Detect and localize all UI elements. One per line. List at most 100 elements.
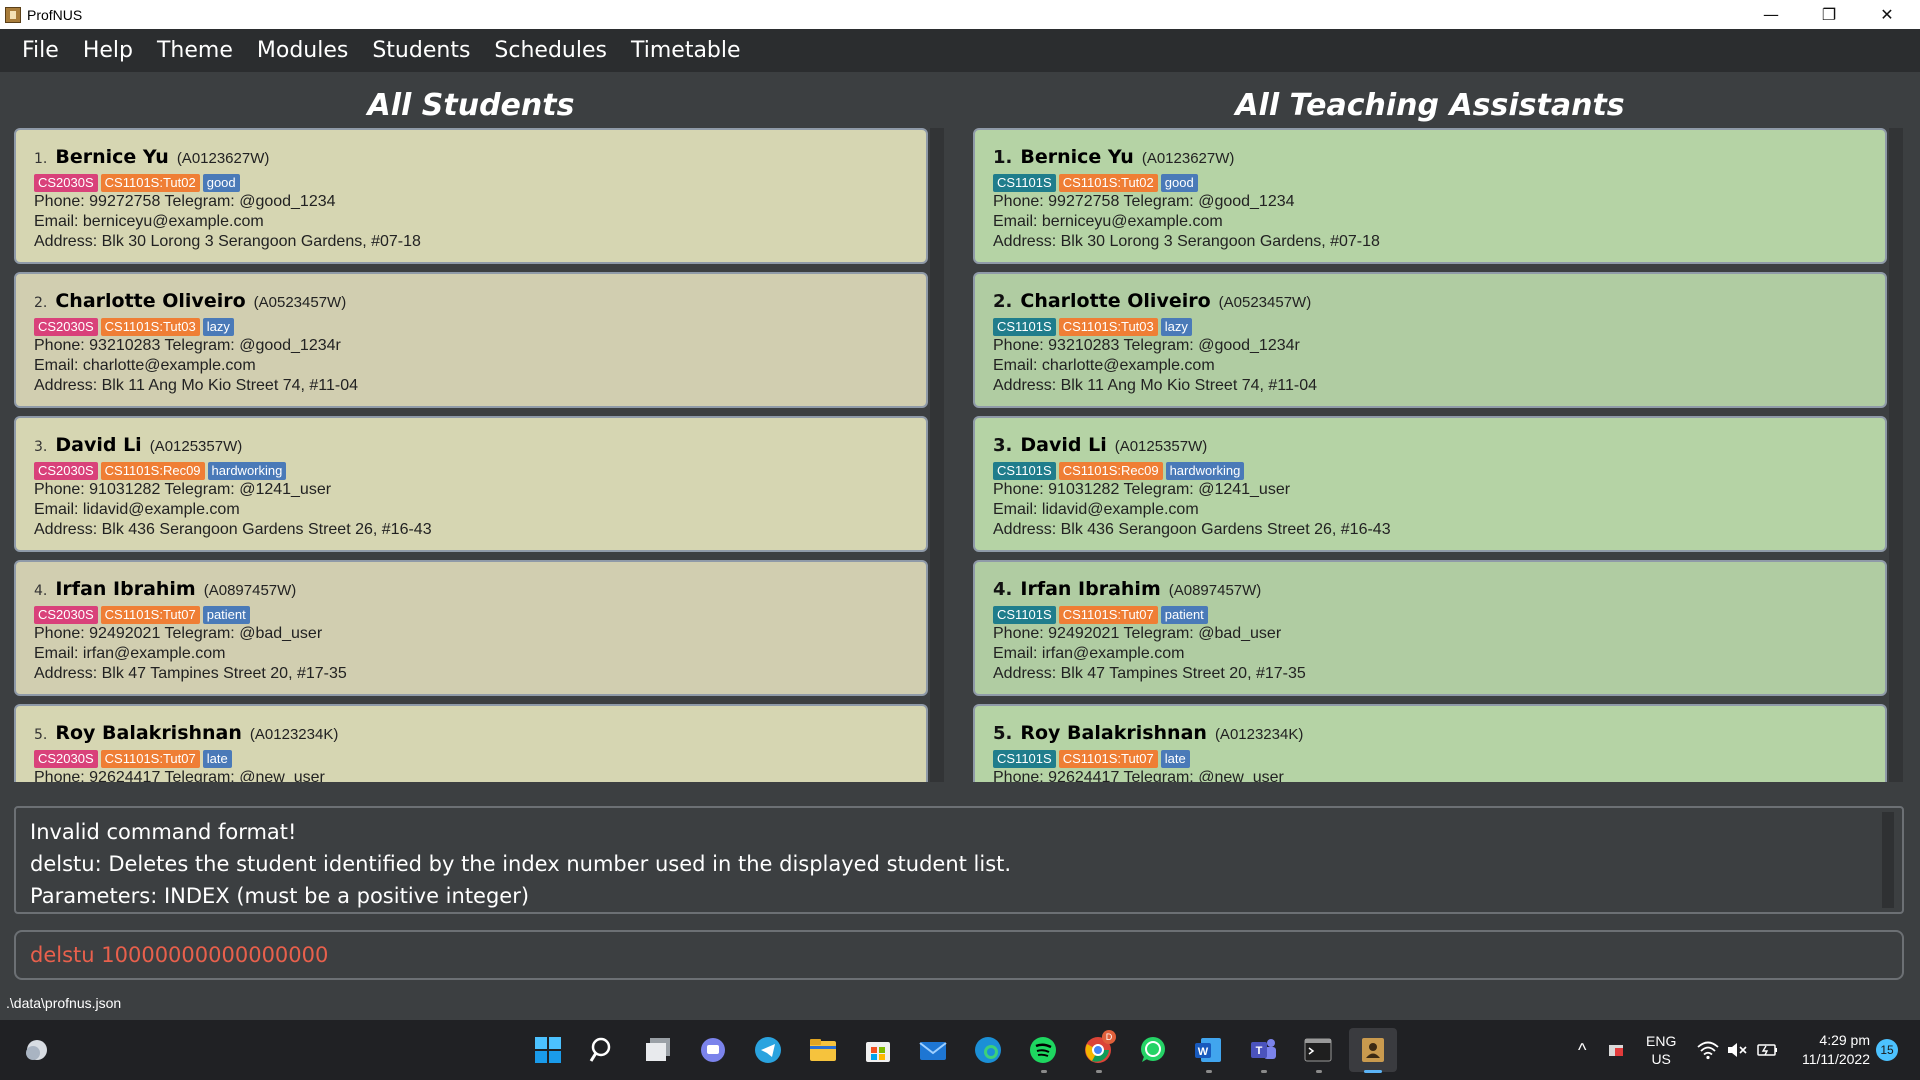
result-scrollbar[interactable]	[1882, 812, 1894, 908]
svg-text:T: T	[1256, 1045, 1263, 1057]
word-icon[interactable]: W	[1192, 1034, 1224, 1066]
microsoft-store-icon[interactable]	[862, 1034, 894, 1066]
menu-timetable[interactable]: Timetable	[619, 38, 753, 63]
search-icon[interactable]	[587, 1034, 619, 1066]
spotify-icon[interactable]	[1027, 1034, 1059, 1066]
wifi-icon[interactable]	[1697, 1020, 1719, 1080]
person-card[interactable]: 3. David Li (A0125357W) CS1101S CS1101S:Rec0…	[973, 416, 1887, 552]
taskbar-running-indicator	[1096, 1070, 1102, 1073]
phone-telegram-line: Phone: 91031282 Telegram: @1241_user	[34, 481, 332, 498]
telegram-icon[interactable]	[752, 1034, 784, 1066]
group-tag: CS1101S:Tut03	[100, 318, 200, 336]
windows-start-icon[interactable]	[532, 1034, 564, 1066]
menu-students[interactable]: Students	[360, 38, 482, 63]
title-bar: ProfNUS — ❐ ✕	[0, 0, 1920, 29]
chrome-icon[interactable]: D	[1082, 1030, 1116, 1066]
menu-file[interactable]: File	[10, 38, 71, 63]
card-index: 3.	[993, 435, 1013, 456]
svg-text:W: W	[1198, 1046, 1209, 1058]
remark-tag: lazy	[202, 318, 234, 336]
card-header: 4. Irfan Ibrahim (A0897457W)	[993, 578, 1885, 602]
close-button[interactable]: ✕	[1858, 0, 1916, 29]
email-line: Email: irfan@example.com	[34, 645, 226, 662]
file-explorer-icon[interactable]	[807, 1034, 839, 1066]
edge-icon[interactable]	[972, 1034, 1004, 1066]
address-line: Address: Blk 436 Serangoon Gardens Stree…	[993, 521, 1391, 538]
address-line: Address: Blk 47 Tampines Street 20, #17-…	[34, 665, 347, 682]
person-card[interactable]: 2. Charlotte Oliveiro (A0523457W) CS2030S CS…	[14, 272, 928, 408]
command-input[interactable]	[30, 943, 1888, 967]
profnus-app-icon[interactable]	[1349, 1028, 1397, 1072]
card-index: 1.	[993, 147, 1013, 168]
phone-telegram-line: Phone: 93210283 Telegram: @good_1234r	[993, 337, 1300, 354]
module-tag: CS1101S	[993, 174, 1056, 192]
card-header: 3. David Li (A0125357W)	[34, 434, 926, 458]
menu-schedules[interactable]: Schedules	[482, 38, 619, 63]
remark-tag: patient	[1160, 606, 1208, 624]
email-line: Email: berniceyu@example.com	[34, 213, 264, 230]
remark-tag: good	[1160, 174, 1198, 192]
phone-telegram-line: Phone: 92492021 Telegram: @bad_user	[993, 625, 1282, 642]
notification-badge[interactable]: 15	[1876, 1020, 1898, 1080]
clock[interactable]: 4:29 pm 11/11/2022	[1794, 1020, 1870, 1080]
result-line: delstu: Deletes the student identified b…	[30, 852, 1012, 876]
person-name: Irfan Ibrahim	[55, 578, 196, 600]
result-display: Invalid command format! delstu: Deletes …	[14, 806, 1904, 914]
remark-tag: hardworking	[1165, 462, 1245, 480]
teams-chat-icon[interactable]	[697, 1034, 729, 1066]
person-card[interactable]: 1. Bernice Yu (A0123627W) CS2030S CS1101S:Tu…	[14, 128, 928, 264]
address-line: Address: Blk 30 Lorong 3 Serangoon Garde…	[993, 233, 1380, 250]
person-name: Irfan Ibrahim	[1020, 578, 1161, 600]
student-id: (A0123627W)	[1141, 150, 1235, 167]
maximize-button[interactable]: ❐	[1800, 0, 1858, 29]
module-tag: CS2030S	[34, 750, 98, 768]
module-tag: CS2030S	[34, 462, 98, 480]
mail-icon[interactable]	[917, 1034, 949, 1066]
phone-telegram-line: Phone: 99272758 Telegram: @good_1234	[34, 193, 336, 210]
students-scrollbar[interactable]	[930, 128, 944, 782]
module-tag: CS2030S	[34, 606, 98, 624]
terminal-icon[interactable]	[1302, 1034, 1334, 1066]
person-name: Roy Balakrishnan	[55, 722, 242, 744]
person-card[interactable]: 1. Bernice Yu (A0123627W) CS1101S CS1101S:Tu…	[973, 128, 1887, 264]
taskbar-running-indicator	[1041, 1070, 1047, 1073]
tray-app-icon[interactable]	[1606, 1020, 1626, 1080]
tas-list[interactable]: 1. Bernice Yu (A0123627W) CS1101S CS1101S:Tu…	[973, 128, 1887, 782]
phone-telegram-line: Phone: 93210283 Telegram: @good_1234r	[34, 337, 341, 354]
tas-scrollbar[interactable]	[1889, 128, 1903, 782]
email-line: Email: lidavid@example.com	[993, 501, 1199, 518]
phone-telegram-line: Phone: 92624417 Telegram: @new_user	[993, 769, 1284, 782]
task-view-icon[interactable]	[642, 1034, 674, 1066]
card-index: 4.	[34, 583, 48, 599]
menu-help[interactable]: Help	[71, 38, 145, 63]
student-id: (A0125357W)	[1114, 438, 1208, 455]
module-tag: CS1101S	[993, 606, 1056, 624]
person-card[interactable]: 4. Irfan Ibrahim (A0897457W) CS2030S CS1101S…	[14, 560, 928, 696]
whatsapp-icon[interactable]	[1137, 1034, 1169, 1066]
person-card[interactable]: 2. Charlotte Oliveiro (A0523457W) CS1101S CS…	[973, 272, 1887, 408]
person-card[interactable]: 4. Irfan Ibrahim (A0897457W) CS1101S CS1101S…	[973, 560, 1887, 696]
card-index: 5.	[34, 727, 48, 743]
person-card[interactable]: 5. Roy Balakrishnan (A0123234K) CS1101S CS11…	[973, 704, 1887, 782]
person-card[interactable]: 3. David Li (A0125357W) CS2030S CS1101S:Rec0…	[14, 416, 928, 552]
teams-icon[interactable]: T	[1247, 1034, 1279, 1066]
language-indicator[interactable]: ENG US	[1646, 1020, 1676, 1080]
weather-icon[interactable]	[21, 1034, 53, 1066]
remark-tag: hardworking	[207, 462, 287, 480]
menu-theme[interactable]: Theme	[145, 38, 245, 63]
taskbar-running-indicator	[1261, 1070, 1267, 1073]
app-window: ProfNUS — ❐ ✕ File Help Theme Modules St…	[0, 0, 1920, 1080]
students-panel-title: All Students	[367, 88, 575, 123]
tray-overflow-icon[interactable]: ^	[1578, 1020, 1586, 1080]
students-list[interactable]: 1. Bernice Yu (A0123627W) CS2030S CS1101S:Tu…	[14, 128, 928, 782]
notification-count: 15	[1876, 1039, 1898, 1061]
student-id: (A0523457W)	[1218, 294, 1312, 311]
menu-modules[interactable]: Modules	[245, 38, 360, 63]
card-index: 5.	[993, 723, 1013, 744]
person-card[interactable]: 5. Roy Balakrishnan (A0123234K) CS2030S CS11…	[14, 704, 928, 782]
person-name: Charlotte Oliveiro	[55, 290, 246, 312]
battery-icon[interactable]	[1756, 1020, 1780, 1080]
volume-muted-icon[interactable]	[1726, 1020, 1748, 1080]
minimize-button[interactable]: —	[1742, 0, 1800, 29]
command-box[interactable]	[14, 930, 1904, 980]
